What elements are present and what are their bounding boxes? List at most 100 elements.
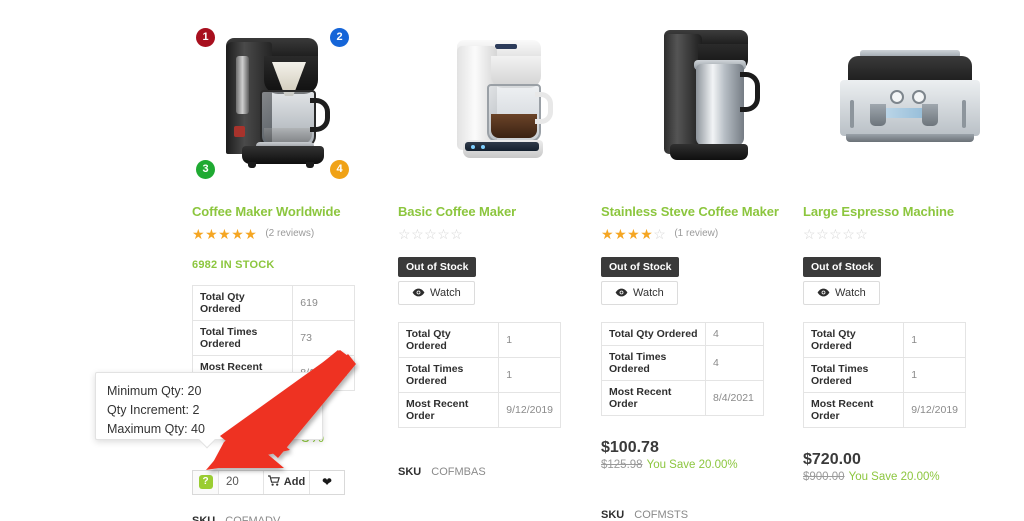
eye-icon: [412, 288, 425, 297]
sku-row-1: SKU COFMADV: [192, 515, 393, 521]
product-rating-2[interactable]: ☆☆☆☆☆: [398, 227, 596, 241]
stat-value: 619: [292, 284, 355, 321]
table-row: Total Times Ordered 73: [191, 319, 355, 356]
price-block-3: $100.78 $125.98 You Save 20.00%: [601, 438, 798, 471]
stainless-coffee-maker-image: [624, 20, 792, 188]
annotation-badge-4: 4: [330, 160, 349, 179]
price-block-4: $720.00 $900.00 You Save 20.00%: [803, 450, 1024, 483]
product-title-2[interactable]: Basic Coffee Maker: [398, 204, 596, 220]
stat-value: 1: [903, 321, 966, 358]
product-rating-1[interactable]: ★★★★★ (2 reviews): [192, 227, 393, 241]
heart-icon: ❤: [321, 475, 333, 490]
add-to-cart-button[interactable]: Add: [263, 470, 309, 494]
quantity-input[interactable]: [219, 470, 263, 494]
product-card-4: Large Espresso Machine ☆☆☆☆☆ Out of Stoc…: [798, 0, 1024, 521]
product-card-3: Stainless Steve Coffee Maker ★★★★☆ (1 re…: [596, 0, 798, 521]
star-rating-icon: ☆☆☆☆☆: [398, 225, 464, 242]
price-compare-4: $900.00 You Save 20.00%: [803, 471, 1024, 483]
watch-button-3[interactable]: Watch: [601, 280, 678, 305]
stat-label: Total Qty Ordered: [601, 321, 706, 346]
stat-value: 4: [705, 344, 764, 381]
wishlist-button[interactable]: ❤: [309, 470, 344, 494]
product-title-3[interactable]: Stainless Steve Coffee Maker: [601, 204, 798, 220]
availability-3: Out of Stock Watch: [601, 256, 798, 305]
watch-button-label: Watch: [430, 286, 461, 299]
stat-value: 9/12/2019: [498, 391, 561, 428]
quantity-rules-tooltip: Minimum Qty: 20 Qty Increment: 2 Maximum…: [95, 372, 323, 449]
sku-label: SKU: [398, 465, 422, 478]
stat-value: 8/4/2021: [705, 379, 764, 416]
watch-button-2[interactable]: Watch: [398, 280, 475, 305]
sku-row-2: SKU COFMBAS: [398, 466, 596, 478]
table-row: Most Recent Order 8/4/2021: [601, 379, 764, 416]
review-count-3[interactable]: (1 review): [674, 228, 718, 239]
product-title-4[interactable]: Large Espresso Machine: [803, 204, 1024, 220]
stat-value: 1: [498, 356, 561, 393]
sku-label: SKU: [192, 514, 216, 521]
sku-value: COFMSTS: [634, 508, 689, 521]
stat-label: Most Recent Order: [601, 379, 706, 416]
price-current-3: $100.78: [601, 438, 659, 456]
stat-label: Total Times Ordered: [601, 344, 706, 381]
price-savings-4: You Save 20.00%: [848, 470, 940, 483]
price-compare-3: $125.98 You Save 20.00%: [601, 459, 798, 471]
sku-value: COFMADV: [225, 514, 281, 521]
tooltip-qty-increment: Qty Increment: 2: [107, 403, 200, 417]
stat-label: Total Qty Ordered: [802, 321, 905, 358]
basic-coffee-maker-image: [421, 20, 589, 188]
tooltip-min-qty: Minimum Qty: 20: [107, 384, 202, 398]
table-row: Total Qty Ordered 4: [601, 321, 764, 346]
add-button-label: Add: [283, 476, 306, 489]
stat-value: 4: [705, 321, 764, 346]
annotation-badge-3: 3: [196, 160, 215, 179]
price-original-4: $900.00: [803, 470, 845, 483]
qty-help-cell[interactable]: ?: [193, 470, 219, 494]
stat-label: Total Times Ordered: [397, 356, 500, 393]
product-stats-table-3: Total Qty Ordered 4 Total Times Ordered …: [601, 321, 764, 416]
stat-label: Most Recent Order: [397, 391, 500, 428]
product-rating-4[interactable]: ☆☆☆☆☆: [803, 227, 1024, 241]
stat-value: 1: [498, 321, 561, 358]
table-row: Total Times Ordered 4: [601, 344, 764, 381]
table-row: Total Qty Ordered 1: [802, 321, 966, 358]
stat-label: Total Times Ordered: [191, 319, 294, 356]
product-grid-page: 1 2 3 4 Coffee Maker Worldwide ★★★★★ (2 …: [0, 0, 1024, 521]
add-to-cart-row-1: ? Add ❤: [192, 469, 345, 495]
product-title-1[interactable]: Coffee Maker Worldwide: [192, 204, 393, 220]
sku-row-3: SKU COFMSTS: [601, 509, 798, 521]
left-spacer: [0, 0, 190, 521]
availability-4: Out of Stock Watch: [803, 256, 1024, 305]
product-image-3-wrapper[interactable]: [624, 20, 792, 188]
stat-label: Total Qty Ordered: [397, 321, 500, 358]
product-stats-table-4: Total Qty Ordered 1 Total Times Ordered …: [802, 321, 966, 428]
stat-label: Total Qty Ordered: [191, 284, 294, 321]
annotation-badge-2: 2: [330, 28, 349, 47]
help-question-icon[interactable]: ?: [198, 475, 213, 490]
large-espresso-machine-image: [826, 20, 994, 188]
table-row: Total Times Ordered 1: [397, 356, 561, 393]
table-row: Most Recent Order 9/12/2019: [802, 391, 966, 428]
annotation-badge-1: 1: [196, 28, 215, 47]
watch-button-label: Watch: [633, 286, 664, 299]
price-savings-3: You Save 20.00%: [646, 458, 738, 471]
sku-label: SKU: [601, 508, 625, 521]
stock-status-1: 6982 IN STOCK: [192, 258, 275, 271]
stat-label: Total Times Ordered: [802, 356, 905, 393]
star-rating-icon: ★★★★★: [192, 225, 258, 242]
product-image-2-wrapper[interactable]: [421, 20, 589, 188]
product-rating-3[interactable]: ★★★★☆ (1 review): [601, 227, 798, 241]
watch-button-4[interactable]: Watch: [803, 280, 880, 305]
product-image-4-wrapper[interactable]: [826, 20, 994, 188]
stat-value: 9/12/2019: [903, 391, 966, 428]
star-rating-icon: ☆☆☆☆☆: [803, 225, 869, 242]
out-of-stock-badge-2: Out of Stock: [398, 256, 477, 277]
tooltip-max-qty: Maximum Qty: 40: [107, 422, 205, 436]
stat-label: Most Recent Order: [802, 391, 905, 428]
product-card-1: 1 2 3 4 Coffee Maker Worldwide ★★★★★ (2 …: [190, 0, 393, 521]
product-image-1-wrapper[interactable]: 1 2 3 4: [192, 20, 360, 188]
product-grid: 1 2 3 4 Coffee Maker Worldwide ★★★★★ (2 …: [0, 0, 1024, 521]
table-row: Total Qty Ordered 619: [191, 284, 355, 321]
product-card-2: Basic Coffee Maker ☆☆☆☆☆ Out of Stock Wa…: [393, 0, 596, 521]
review-count-1[interactable]: (2 reviews): [265, 228, 314, 239]
cart-icon: [267, 475, 280, 489]
